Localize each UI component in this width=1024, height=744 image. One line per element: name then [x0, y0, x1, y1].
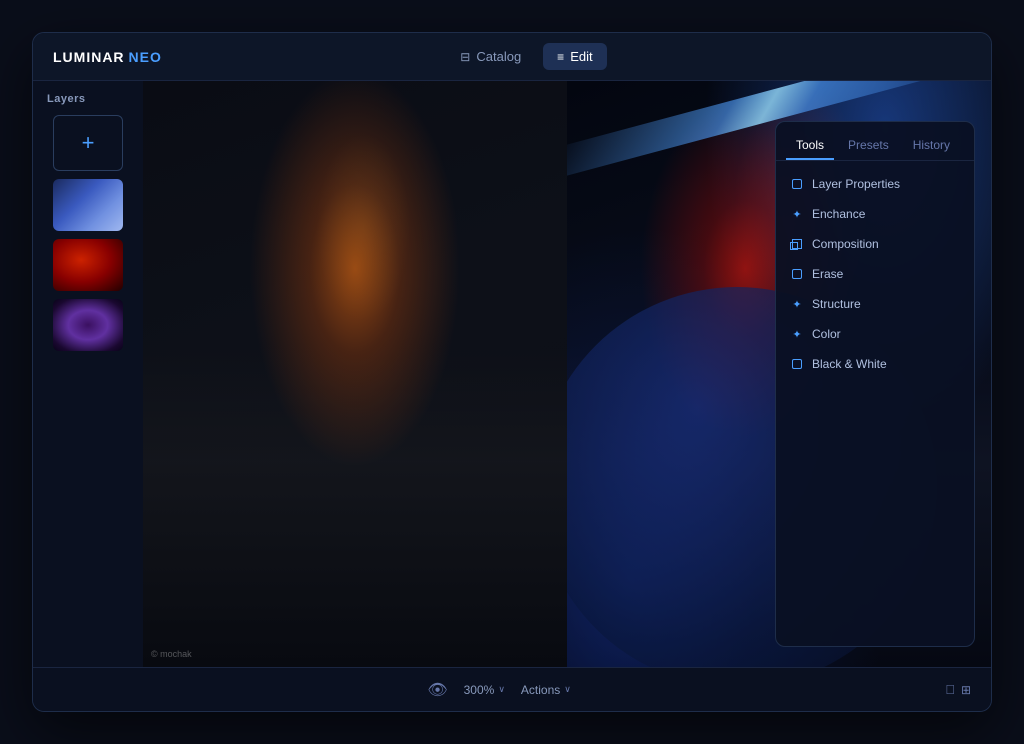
structure-icon: ✦	[790, 297, 804, 311]
layer-thumbnail-1[interactable]	[53, 179, 123, 231]
main-content: Layers + © mochak	[33, 81, 991, 667]
add-icon: +	[82, 130, 95, 156]
actions-button[interactable]: Actions ∨	[521, 683, 571, 697]
bottom-center: 👁 300% ∨ Actions ∨	[427, 680, 571, 700]
tool-black-white[interactable]: Black & White	[776, 349, 974, 379]
tool-composition[interactable]: Composition	[776, 229, 974, 259]
erase-icon	[790, 267, 804, 281]
layer-properties-icon	[790, 177, 804, 191]
actions-chevron-icon: ∨	[564, 684, 571, 695]
actions-label: Actions	[521, 683, 560, 697]
catalog-icon: ⊟	[460, 50, 470, 64]
nav-tabs: ⊟ Catalog ≡ Edit	[446, 43, 606, 70]
bw-icon	[790, 357, 804, 371]
tools-list: Layer Properties ✦ Enchance Composition	[776, 161, 974, 387]
tab-catalog[interactable]: ⊟ Catalog	[446, 43, 535, 70]
visibility-icon[interactable]: 👁	[427, 680, 447, 700]
windows-icon: ⊞	[961, 683, 971, 697]
tool-erase[interactable]: Erase	[776, 259, 974, 289]
tab-edit[interactable]: ≡ Edit	[543, 43, 606, 70]
tool-color[interactable]: ✦ Color	[776, 319, 974, 349]
layers-panel: Layers +	[33, 81, 143, 667]
zoom-value: 300%	[464, 683, 495, 697]
photo-panel-before: © mochak	[143, 81, 567, 667]
zoom-indicator[interactable]: 300% ∨	[464, 683, 505, 697]
color-icon: ✦	[790, 327, 804, 341]
layer-thumbnail-2[interactable]	[53, 239, 123, 291]
platform-icons:  ⊞	[945, 682, 971, 697]
apple-icon: 	[945, 682, 955, 697]
tools-tabs: Tools Presets History	[776, 122, 974, 161]
enchance-icon: ✦	[790, 207, 804, 221]
tools-panel: Tools Presets History Layer Properties	[775, 121, 975, 647]
edit-label: Edit	[570, 49, 592, 64]
tab-tools[interactable]: Tools	[786, 132, 834, 160]
bottom-bar: 👁 300% ∨ Actions ∨  ⊞	[33, 667, 991, 711]
before-image	[143, 81, 567, 667]
layer-thumbnail-3[interactable]	[53, 299, 123, 351]
tab-history[interactable]: History	[903, 132, 960, 160]
title-bar: LUMINAR NEO ⊟ Catalog ≡ Edit	[33, 33, 991, 81]
zoom-chevron-icon: ∨	[498, 684, 505, 695]
catalog-label: Catalog	[476, 49, 521, 64]
tool-layer-properties[interactable]: Layer Properties	[776, 169, 974, 199]
logo-luminar: LUMINAR	[53, 49, 125, 65]
watermark: © mochak	[151, 649, 192, 659]
tab-presets[interactable]: Presets	[838, 132, 899, 160]
edit-icon: ≡	[557, 50, 564, 64]
composition-icon	[790, 237, 804, 251]
add-layer-button[interactable]: +	[53, 115, 123, 171]
bottom-right:  ⊞	[945, 682, 971, 697]
app-window: LUMINAR NEO ⊟ Catalog ≡ Edit Layers +	[32, 32, 992, 712]
layers-label: Layers	[43, 91, 133, 107]
tool-enchance[interactable]: ✦ Enchance	[776, 199, 974, 229]
logo-neo: NEO	[129, 49, 162, 65]
tool-structure[interactable]: ✦ Structure	[776, 289, 974, 319]
canvas-area: © mochak Tools	[143, 81, 991, 667]
app-logo: LUMINAR NEO	[53, 49, 162, 65]
